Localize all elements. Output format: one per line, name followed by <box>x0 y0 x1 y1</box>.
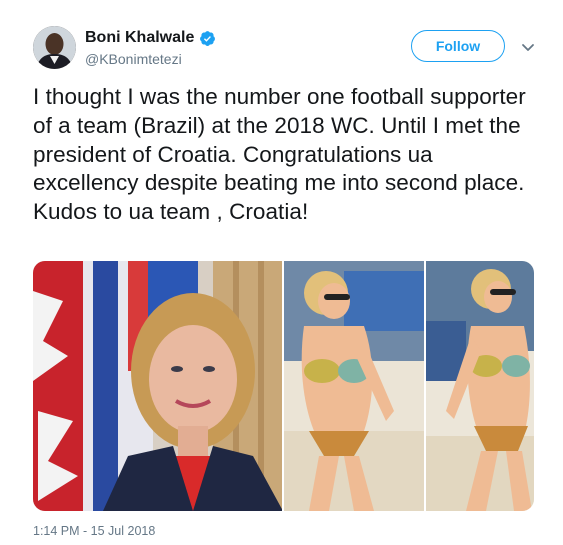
tweet-timestamp[interactable]: 1:14 PM - 15 Jul 2018 <box>33 524 155 538</box>
follow-button[interactable]: Follow <box>411 30 505 62</box>
chevron-down-icon[interactable] <box>519 38 537 56</box>
display-name[interactable]: Boni Khalwale <box>85 29 194 47</box>
verified-badge-icon <box>200 30 216 46</box>
tweet-text: I thought I was the number one football … <box>33 84 526 225</box>
photo-beach-1[interactable] <box>284 261 424 511</box>
photo-beach-2[interactable] <box>426 261 534 511</box>
author-name-row[interactable]: Boni Khalwale <box>85 29 216 47</box>
avatar[interactable] <box>33 26 76 69</box>
tweet-media[interactable] <box>33 261 534 511</box>
photo-portrait[interactable] <box>33 261 282 511</box>
avatar-image <box>33 26 76 69</box>
author-handle[interactable]: @KBonimtetezi <box>85 51 182 67</box>
